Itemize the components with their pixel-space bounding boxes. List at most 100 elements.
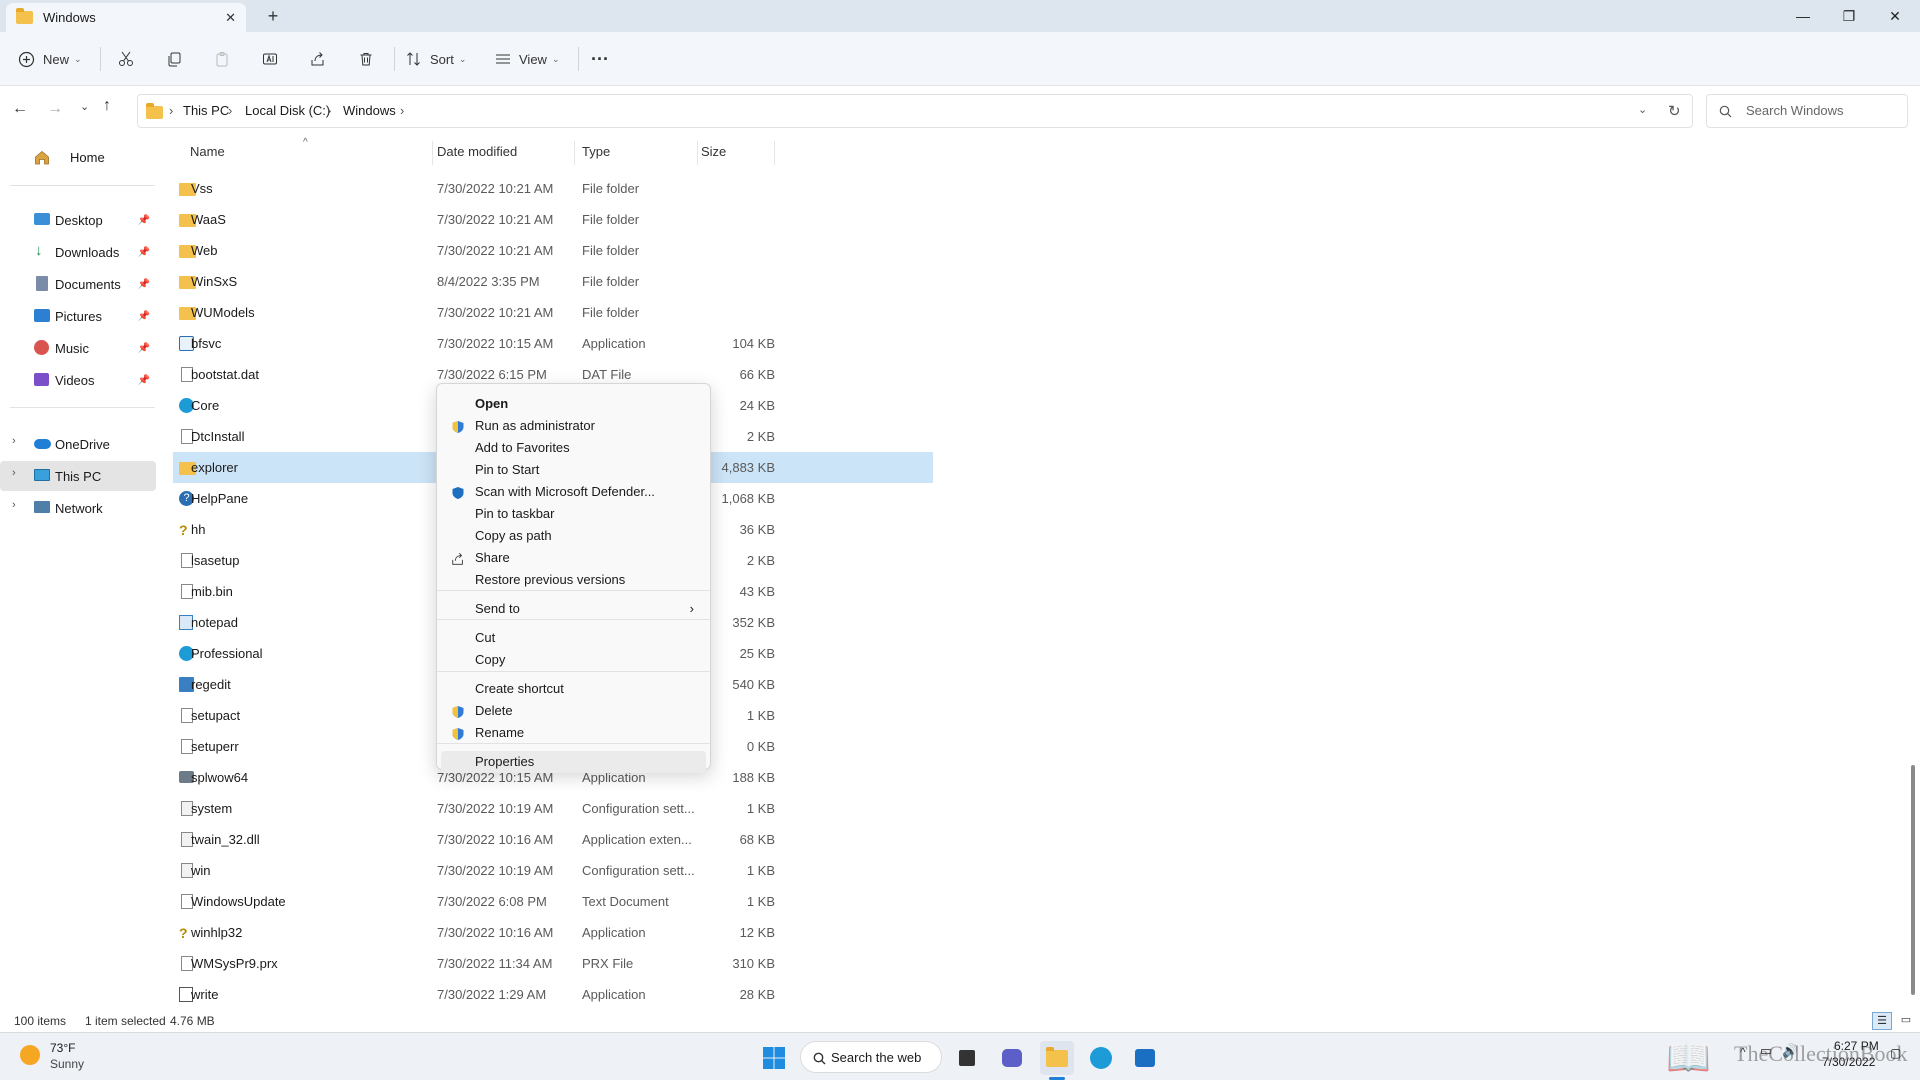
sun-icon[interactable] xyxy=(20,1045,40,1065)
delete-button[interactable] xyxy=(352,44,380,74)
breadcrumb-separator: › xyxy=(327,103,332,118)
weather-temp[interactable]: 73°F xyxy=(50,1041,75,1055)
file-row[interactable]: twain_32.dll 7/30/2022 10:16 AM Applicatio… xyxy=(173,824,933,855)
copy-button[interactable] xyxy=(160,44,188,74)
store-taskbar-button[interactable] xyxy=(1128,1041,1162,1075)
view-button[interactable]: View ⌄ xyxy=(495,44,563,74)
scrollbar-thumb[interactable] xyxy=(1911,765,1915,995)
download-icon: ↓ xyxy=(35,242,43,259)
search-box[interactable]: Search Windows xyxy=(1706,94,1908,128)
file-explorer-taskbar-button[interactable] xyxy=(1040,1041,1074,1075)
file-row[interactable]: win 7/30/2022 10:19 AM Configuration sett.… xyxy=(173,855,933,886)
taskbar-search-box[interactable]: Search the web xyxy=(800,1041,942,1073)
sidebar-item-music[interactable]: Music 📌 xyxy=(0,333,156,363)
refresh-icon[interactable]: ↻ xyxy=(1668,102,1681,120)
sidebar-item-documents[interactable]: Documents 📌 xyxy=(0,269,156,299)
breadcrumb-local-disk[interactable]: Local Disk (C:) xyxy=(245,95,330,127)
file-row[interactable]: Web 7/30/2022 10:21 AM File folder xyxy=(173,235,933,266)
file-row[interactable]: WindowsUpdate 7/30/2022 6:08 PM Text Docum… xyxy=(173,886,933,917)
column-header-size[interactable]: Size xyxy=(701,137,726,167)
task-view-button[interactable] xyxy=(950,1041,984,1075)
menu-item-scan-with-microsoft-defender[interactable]: Scan with Microsoft Defender... xyxy=(441,481,706,503)
sidebar-item-desktop[interactable]: Desktop 📌 xyxy=(0,205,156,235)
file-name: Vss xyxy=(191,181,213,196)
file-type: Configuration sett... xyxy=(582,801,695,816)
file-row[interactable]: WUModels 7/30/2022 10:21 AM File folder xyxy=(173,297,933,328)
menu-item-share[interactable]: Share xyxy=(441,547,706,569)
close-button[interactable]: ✕ xyxy=(1872,0,1918,32)
expand-chevron-icon[interactable]: › xyxy=(12,499,16,511)
minimize-button[interactable]: — xyxy=(1780,0,1826,32)
tab-windows[interactable]: Windows ✕ xyxy=(6,3,246,32)
start-button[interactable] xyxy=(757,1041,791,1075)
file-row[interactable]: write 7/30/2022 1:29 AM Application 28 KB xyxy=(173,979,933,1010)
breadcrumb-this-pc[interactable]: This PC xyxy=(183,95,229,127)
maximize-button[interactable]: ❐ xyxy=(1826,0,1872,32)
edge-taskbar-button[interactable] xyxy=(1084,1041,1118,1075)
tiles-view-icon[interactable]: ▭ xyxy=(1896,1012,1916,1030)
sort-button[interactable]: Sort ⌄ xyxy=(406,44,472,74)
file-size: 1,068 KB xyxy=(721,491,776,506)
menu-item-delete[interactable]: Delete xyxy=(441,700,706,722)
cut-button[interactable] xyxy=(112,44,140,74)
menu-separator xyxy=(437,590,710,591)
up-arrow-icon[interactable]: ↑ xyxy=(103,97,111,115)
details-view-icon[interactable]: ☰ xyxy=(1872,1012,1892,1030)
menu-item-restore-previous-versions[interactable]: Restore previous versions xyxy=(441,569,706,591)
expand-chevron-icon[interactable]: › xyxy=(12,435,16,447)
recent-locations-chevron-icon[interactable]: ⌄ xyxy=(80,100,89,113)
paste-button[interactable] xyxy=(208,44,236,74)
menu-item-copy[interactable]: Copy xyxy=(441,649,706,671)
status-bar: 100 items 1 item selected 4.76 MB ☰ ▭ xyxy=(0,1010,1920,1032)
sidebar-item-downloads[interactable]: ↓ Downloads 📌 xyxy=(0,237,156,267)
column-header-date-modified[interactable]: Date modified xyxy=(437,137,517,167)
close-tab-icon[interactable]: ✕ xyxy=(225,10,236,26)
file-row[interactable]: WaaS 7/30/2022 10:21 AM File folder xyxy=(173,204,933,235)
address-history-chevron-icon[interactable]: ⌄ xyxy=(1638,103,1647,116)
back-arrow-icon[interactable]: ← xyxy=(12,100,28,118)
new-tab-button[interactable]: + xyxy=(262,4,284,28)
sidebar-item-home[interactable]: Home xyxy=(0,142,156,172)
share-button[interactable] xyxy=(304,44,332,74)
sidebar-item-onedrive[interactable]: › OneDrive xyxy=(0,429,156,459)
notifications-icon[interactable]: ▢ xyxy=(1890,1046,1901,1060)
new-button[interactable]: New ⌄ xyxy=(18,44,86,74)
file-row[interactable]: WinSxS 8/4/2022 3:35 PM File folder xyxy=(173,266,933,297)
file-size: 1 KB xyxy=(746,863,775,878)
menu-item-cut[interactable]: Cut xyxy=(441,627,706,649)
sidebar-item-videos[interactable]: Videos 📌 xyxy=(0,365,156,395)
teams-chat-button[interactable] xyxy=(995,1041,1029,1075)
file-row[interactable]: ? winhlp32 7/30/2022 10:16 AM Application 12… xyxy=(173,917,933,948)
file-row[interactable]: bfsvc 7/30/2022 10:15 AM Application 104 KB xyxy=(173,328,933,359)
windows-logo-icon xyxy=(763,1047,785,1069)
more-options-button[interactable]: ··· xyxy=(588,44,612,74)
file-row[interactable]: system 7/30/2022 10:19 AM Configuration se… xyxy=(173,793,933,824)
breadcrumb-windows[interactable]: Windows xyxy=(343,95,396,127)
menu-item-add-to-favorites[interactable]: Add to Favorites xyxy=(441,437,706,459)
forward-arrow-icon[interactable]: → xyxy=(47,100,63,118)
menu-item-create-shortcut[interactable]: Create shortcut xyxy=(441,678,706,700)
rename-button[interactable] xyxy=(256,44,284,74)
menu-item-run-as-administrator[interactable]: Run as administrator xyxy=(441,415,706,437)
column-header-type[interactable]: Type xyxy=(582,137,610,167)
sidebar-label: Desktop xyxy=(55,212,103,228)
menu-item-copy-as-path[interactable]: Copy as path xyxy=(441,525,706,547)
menu-item-send-to[interactable]: Send to › xyxy=(441,598,706,620)
sidebar-item-pictures[interactable]: Pictures 📌 xyxy=(0,301,156,331)
address-bar[interactable]: › This PC › Local Disk (C:) › Windows › … xyxy=(137,94,1693,128)
file-name: setupact xyxy=(191,708,241,723)
file-row[interactable]: WMSysPr9.prx 7/30/2022 11:34 AM PRX File 31… xyxy=(173,948,933,979)
menu-item-pin-to-start[interactable]: Pin to Start xyxy=(441,459,706,481)
menu-item-pin-to-taskbar[interactable]: Pin to taskbar xyxy=(441,503,706,525)
menu-item-rename[interactable]: Rename xyxy=(441,722,706,744)
column-header-name[interactable]: Name xyxy=(190,137,225,167)
menu-item-open[interactable]: Open xyxy=(441,393,706,415)
sidebar-item-this-pc[interactable]: › This PC xyxy=(0,461,156,491)
file-name: WUModels xyxy=(191,305,255,320)
weather-desc[interactable]: Sunny xyxy=(50,1057,84,1071)
sidebar-item-network[interactable]: › Network xyxy=(0,493,156,523)
pictures-icon xyxy=(34,309,50,322)
file-row[interactable]: Vss 7/30/2022 10:21 AM File folder xyxy=(173,173,933,204)
menu-item-properties[interactable]: Properties xyxy=(441,751,706,773)
expand-chevron-icon[interactable]: › xyxy=(12,467,16,479)
